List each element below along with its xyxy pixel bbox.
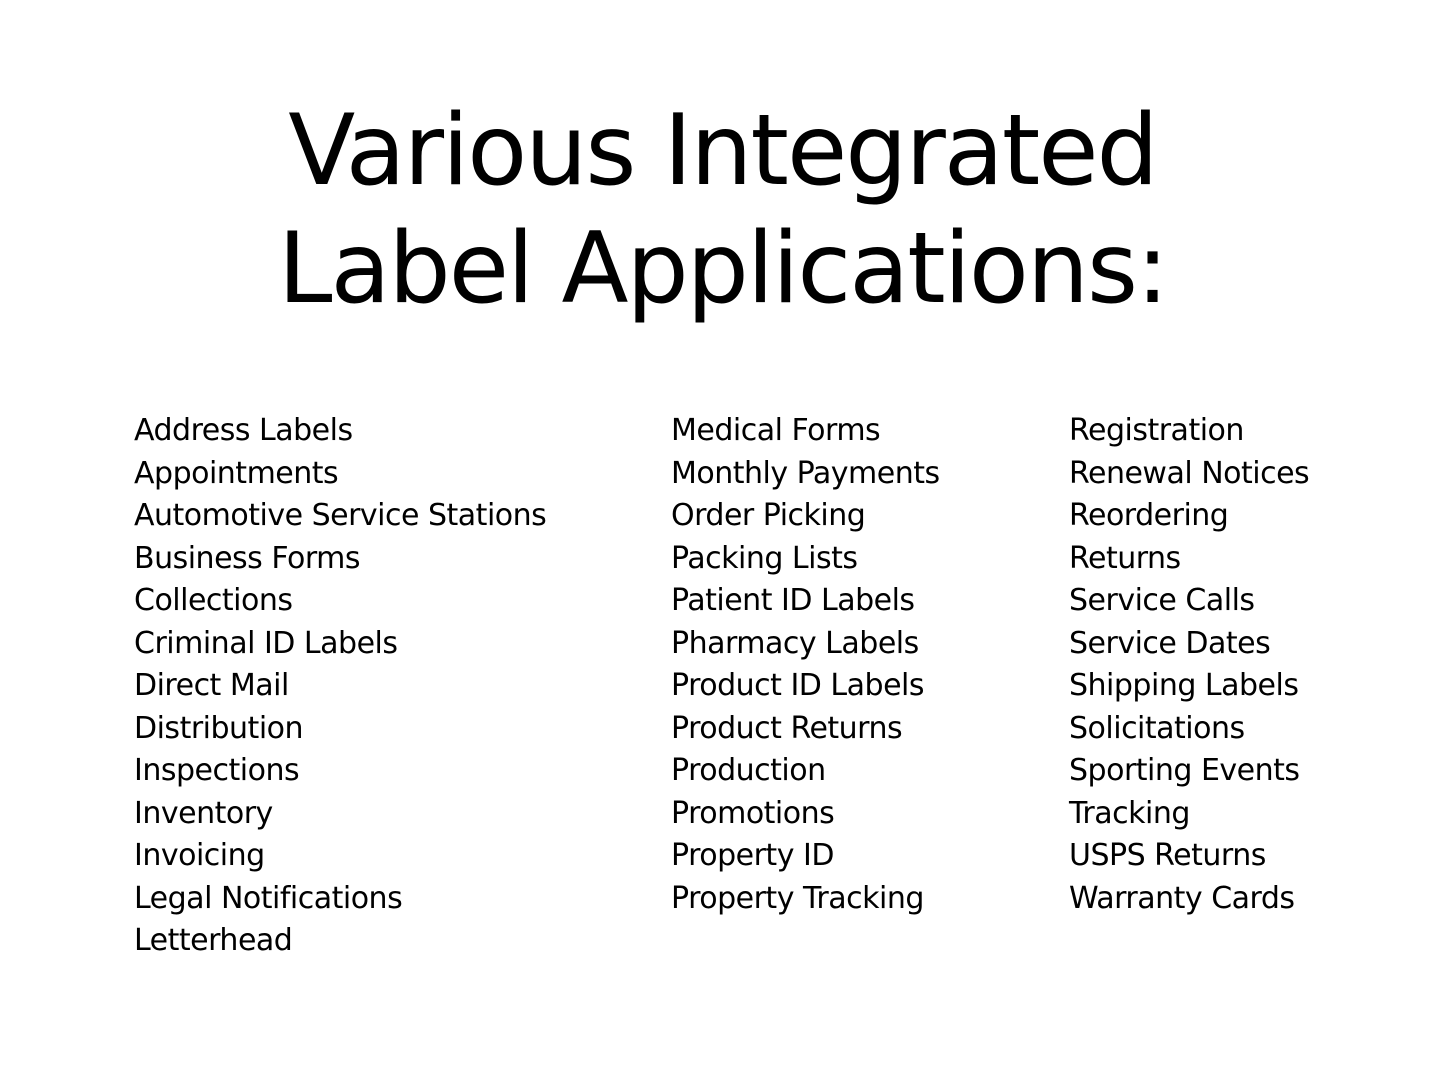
list-item: Pharmacy Labels (671, 625, 919, 661)
list-item: Letterhead (134, 923, 293, 958)
list-item: Business Forms (134, 540, 361, 576)
title-line-1: Various Integrated (288, 94, 1159, 208)
list-item: Shipping Labels (1069, 668, 1299, 703)
list-item: Criminal ID Labels (134, 625, 398, 661)
list-item: Renewal Notices (1069, 455, 1310, 491)
list-item: Product ID Labels (671, 668, 924, 703)
list-item: Automotive Service Stations (134, 498, 547, 533)
list-item: Invoicing (134, 838, 265, 873)
list-item: Sporting Events (1069, 753, 1300, 788)
list-item: Appointments (134, 455, 339, 491)
list-item: Property Tracking (671, 880, 924, 916)
list-item: Reordering (1069, 498, 1229, 533)
list-item: Packing Lists (671, 540, 858, 576)
list-item: Address Labels (134, 413, 353, 448)
list-item: Service Calls (1069, 583, 1255, 618)
list-item: Solicitations (1069, 710, 1245, 746)
list-item: Production (671, 753, 826, 788)
list-item: Inspections (134, 753, 300, 788)
list-item: Tracking (1069, 795, 1190, 831)
applications-column-1: Address Labels Appointments Automotive Ser… (134, 410, 547, 963)
list-item: Service Dates (1069, 625, 1271, 661)
list-item: Collections (134, 583, 293, 618)
list-item: Registration (1069, 413, 1244, 448)
list-item: Direct Mail (134, 668, 289, 703)
list-item: Legal Notifications (134, 880, 403, 916)
list-item: Property ID (671, 838, 834, 873)
list-item: Monthly Payments (671, 455, 940, 491)
list-item: Warranty Cards (1069, 880, 1295, 916)
applications-column-2: Medical Forms Monthly Payments Order Picki… (671, 410, 940, 920)
list-item: USPS Returns (1069, 838, 1266, 873)
applications-column-3: Registration Renewal Notices Reordering Ret… (1069, 410, 1310, 920)
list-item: Promotions (671, 795, 835, 831)
list-item: Medical Forms (671, 413, 881, 448)
list-item: Distribution (134, 710, 304, 746)
list-item: Order Picking (671, 498, 866, 533)
list-item: Product Returns (671, 710, 903, 746)
page-title: Various Integrated Label Applications: (0, 92, 1445, 328)
title-line-2: Label Applications: (277, 212, 1169, 326)
list-item: Patient ID Labels (671, 583, 915, 618)
list-item: Returns (1069, 540, 1181, 576)
list-item: Inventory (134, 795, 273, 831)
